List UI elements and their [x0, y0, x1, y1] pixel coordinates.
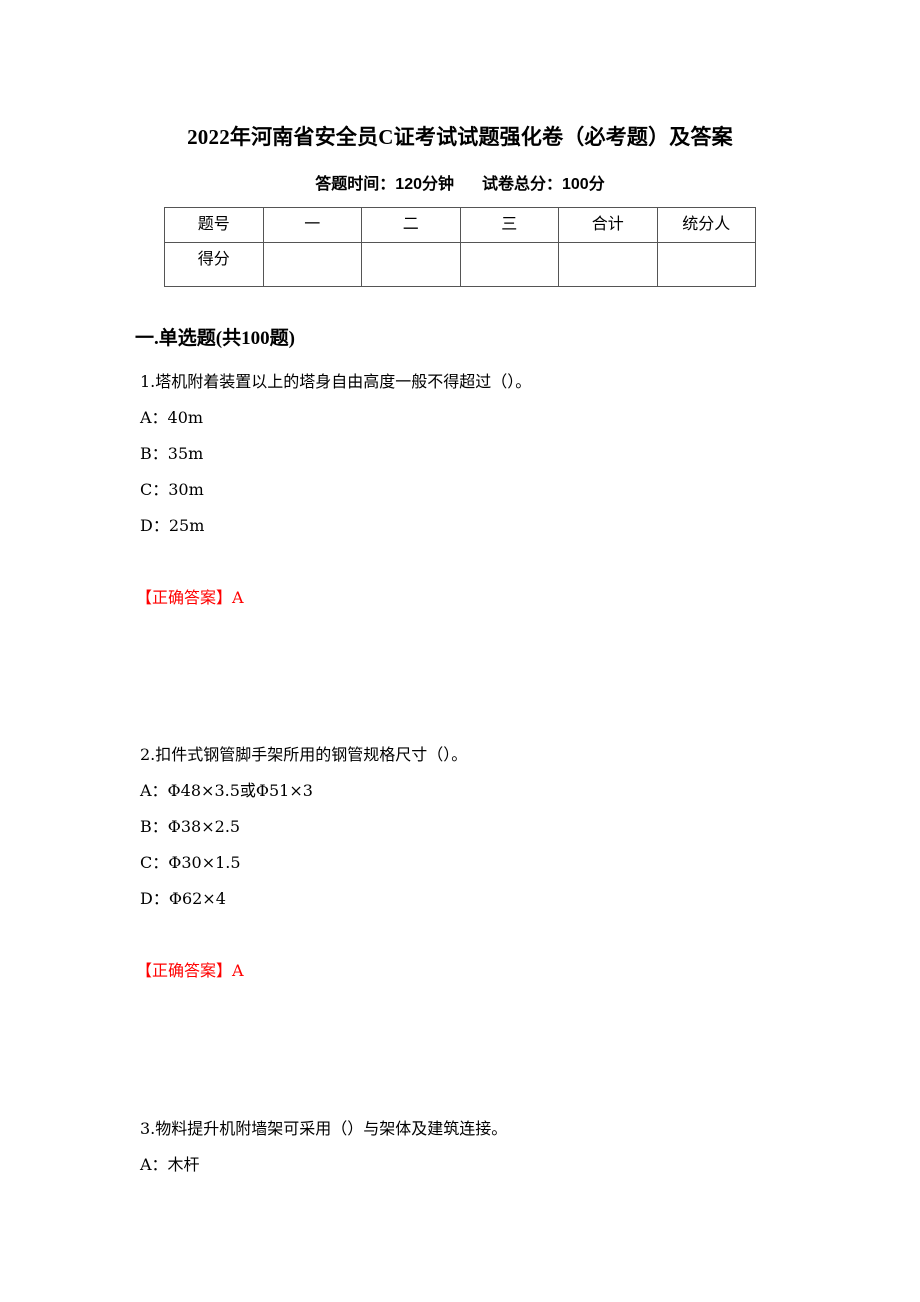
score-table-score-row: 得分	[164, 242, 756, 287]
question-option: A：木杆	[140, 1155, 200, 1174]
document-page: 2022年河南省安全员C证考试试题强化卷（必考题）及答案 答题时间：120分钟 试…	[0, 0, 920, 1302]
correct-answer: 【正确答案】A	[136, 961, 244, 980]
score-table-cell: 一	[262, 207, 362, 243]
question-stem: 3.物料提升机附墙架可采用（）与架体及建筑连接。	[140, 1119, 508, 1138]
question-stem: 2.扣件式钢管脚手架所用的钢管规格尺寸（）。	[140, 745, 468, 764]
question-option: D：25m	[140, 516, 205, 535]
correct-answer: 【正确答案】A	[136, 588, 244, 607]
exam-info: 答题时间：120分钟 试卷总分：100分	[0, 170, 920, 194]
score-table-cell	[459, 242, 559, 287]
score-table-cell: 二	[361, 207, 461, 243]
score-table-cell	[361, 242, 461, 287]
score-table-cell: 合计	[558, 207, 658, 243]
score-table: 题号 一 二 三 合计 统分人 得分	[164, 207, 756, 287]
score-table-cell: 三	[459, 207, 559, 243]
exam-time: 答题时间：120分钟	[315, 176, 454, 193]
score-table-header-row: 题号 一 二 三 合计 统分人	[164, 207, 756, 243]
score-table-cell	[558, 242, 658, 287]
question-option: D：Φ62×4	[140, 889, 226, 908]
question-option: B：Φ38×2.5	[140, 817, 241, 836]
score-table-cell: 统分人	[656, 207, 756, 243]
question-option: C：30m	[140, 480, 204, 499]
score-table-cell	[262, 242, 362, 287]
section-heading: 一.单选题(共100题)	[135, 328, 295, 349]
question-stem: 1.塔机附着装置以上的塔身自由高度一般不得超过（）。	[140, 372, 532, 391]
question-option: C：Φ30×1.5	[140, 853, 241, 872]
exam-total-score: 试卷总分：100分	[482, 176, 605, 193]
document-title: 2022年河南省安全员C证考试试题强化卷（必考题）及答案	[187, 125, 733, 149]
score-table-cell	[656, 242, 756, 287]
score-table-cell: 题号	[164, 207, 264, 243]
question-option: B：35m	[140, 444, 204, 463]
score-table-cell: 得分	[164, 242, 264, 287]
question-option: A：40m	[140, 408, 204, 427]
question-option: A：Φ48×3.5或Φ51×3	[140, 781, 313, 800]
